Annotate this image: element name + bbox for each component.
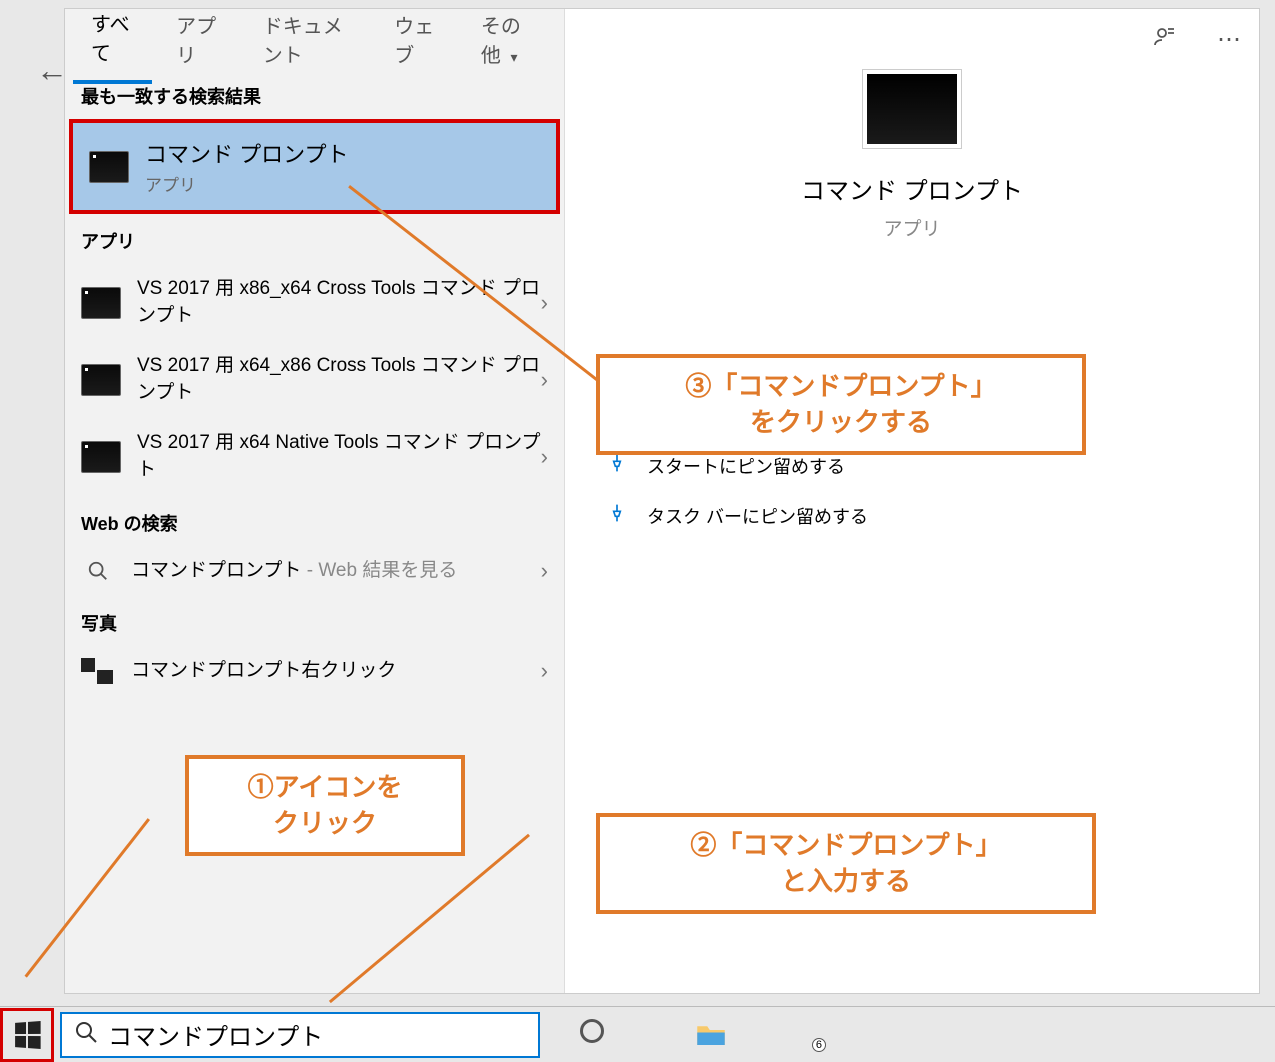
app-result[interactable]: VS 2017 用 x64_x86 Cross Tools コマンド プロンプト…	[65, 341, 564, 418]
annotation-step-1: ①アイコンを クリック	[185, 755, 465, 856]
taskbar: 6	[0, 1006, 1275, 1062]
section-apps: アプリ	[65, 214, 564, 264]
chevron-down-icon: ▾	[510, 49, 517, 65]
mail-badge: 6	[812, 1038, 826, 1052]
pin-icon	[605, 453, 629, 479]
preview-app-icon	[862, 69, 962, 149]
cmd-prompt-icon	[81, 441, 121, 473]
search-icon	[81, 560, 115, 582]
section-best-match: 最も一致する検索結果	[65, 69, 564, 119]
preview-title: コマンド プロンプト	[801, 171, 1023, 206]
chevron-right-icon[interactable]: ›	[541, 367, 548, 393]
preview-subtitle: アプリ	[883, 214, 940, 241]
start-button[interactable]	[0, 1008, 54, 1062]
best-match-subtitle: アプリ	[145, 171, 348, 196]
chevron-right-icon[interactable]: ›	[541, 658, 548, 684]
windows-logo-icon	[15, 1021, 41, 1049]
photo-result[interactable]: コマンドプロンプト右クリック ›	[65, 646, 564, 697]
app-result[interactable]: VS 2017 用 x64 Native Tools コマンド プロンプト ›	[65, 418, 564, 495]
more-icon[interactable]: ⋯	[1217, 25, 1241, 56]
filter-tabs: すべて アプリ ドキュメント ウェブ その他 ▾	[65, 9, 564, 69]
chevron-right-icon[interactable]: ›	[541, 444, 548, 470]
section-photos: 写真	[65, 596, 564, 646]
best-match-result[interactable]: コマンド プロンプト アプリ	[69, 119, 560, 214]
file-explorer-icon[interactable]	[696, 1022, 726, 1048]
taskbar-icons: 6	[580, 1019, 1002, 1050]
action-pin-taskbar[interactable]: タスク バーにピン留めする	[605, 491, 1219, 541]
app-result[interactable]: VS 2017 用 x86_x64 Cross Tools コマンド プロンプト…	[65, 264, 564, 341]
cmd-prompt-icon	[81, 287, 121, 319]
photo-thumbnail-icon	[81, 658, 115, 684]
annotation-step-2: ②「コマンドプロンプト」 と入力する	[596, 813, 1096, 914]
chevron-right-icon[interactable]: ›	[541, 290, 548, 316]
section-web: Web の検索	[65, 496, 564, 546]
chevron-right-icon[interactable]: ›	[541, 558, 548, 584]
feedback-icon[interactable]	[1153, 25, 1177, 56]
annotation-step-3: ③「コマンドプロンプト」 をクリックする	[596, 354, 1086, 455]
search-input[interactable]	[108, 1021, 526, 1049]
search-icon	[74, 1020, 98, 1050]
cortana-icon[interactable]	[580, 1019, 604, 1050]
web-result[interactable]: コマンドプロンプト - Web 結果を見る ›	[65, 546, 564, 597]
cmd-prompt-icon	[81, 364, 121, 396]
taskbar-search[interactable]	[60, 1012, 540, 1058]
cmd-prompt-icon	[89, 151, 129, 183]
best-match-title: コマンド プロンプト	[145, 137, 348, 169]
panel-top-icons: ⋯	[1153, 25, 1241, 56]
pin-icon	[605, 503, 629, 529]
